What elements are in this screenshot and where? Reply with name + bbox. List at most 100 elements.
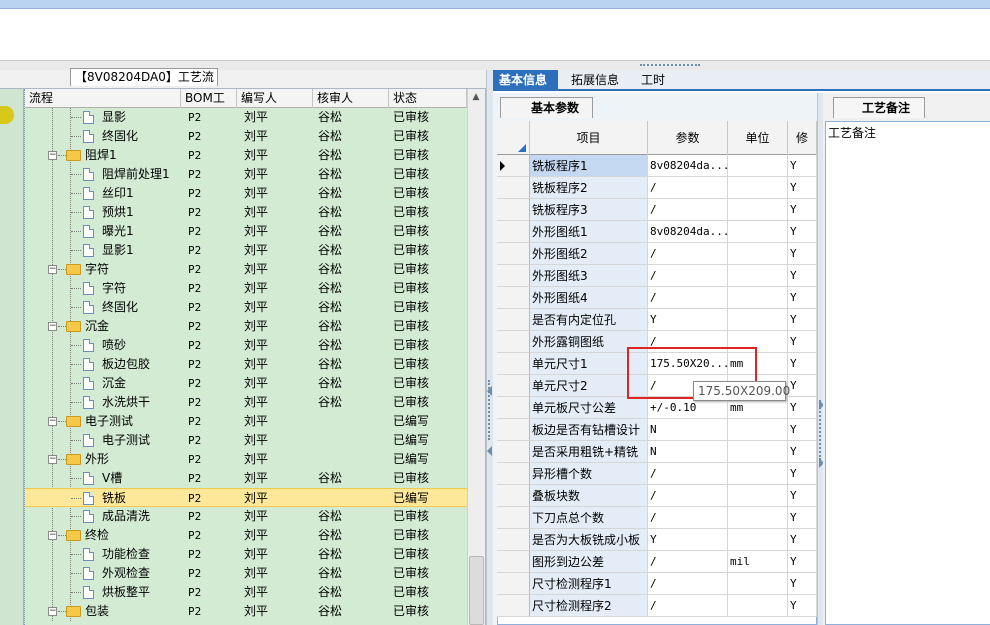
- collapse-toggle-icon[interactable]: −: [48, 151, 57, 160]
- param-value-cell[interactable]: Y: [648, 529, 728, 551]
- row-indicator[interactable]: [497, 573, 530, 595]
- param-value-cell[interactable]: /: [648, 463, 728, 485]
- col-header-status[interactable]: 状态: [389, 89, 467, 108]
- param-row[interactable]: 外形图纸4/ Y: [497, 287, 817, 309]
- row-indicator[interactable]: [497, 265, 530, 287]
- row-indicator[interactable]: [497, 221, 530, 243]
- tree-row[interactable]: 终固化 P2 刘平 谷松 已审核: [25, 127, 467, 146]
- col-header-writer[interactable]: 编写人: [237, 89, 313, 108]
- tree-row[interactable]: 阻焊前处理1 P2 刘平 谷松 已审核: [25, 165, 467, 184]
- tree-row[interactable]: 显影 P2 刘平 谷松 已审核: [25, 108, 467, 127]
- collapse-toggle-icon[interactable]: −: [48, 607, 57, 616]
- param-modify-cell[interactable]: Y: [788, 507, 817, 529]
- tree-group-row[interactable]: − 阻焊1 P2 刘平 谷松 已审核: [25, 146, 467, 165]
- param-unit-cell[interactable]: [728, 485, 788, 507]
- tree-group-row[interactable]: − 包装 P2 刘平 谷松 已审核: [25, 602, 467, 621]
- scrollbar-thumb[interactable]: [469, 556, 484, 625]
- row-indicator[interactable]: [497, 309, 530, 331]
- param-modify-cell[interactable]: Y: [788, 463, 817, 485]
- tree-row[interactable]: 字符 P2 刘平 谷松 已审核: [25, 279, 467, 298]
- collapse-toggle-icon[interactable]: −: [48, 531, 57, 540]
- scroll-up-icon[interactable]: ▲: [470, 92, 482, 104]
- param-row[interactable]: 铣板程序3/ Y: [497, 199, 817, 221]
- row-indicator[interactable]: [497, 331, 530, 353]
- param-row[interactable]: 下刀点总个数 / Y: [497, 507, 817, 529]
- param-value-cell[interactable]: /: [648, 243, 728, 265]
- row-indicator[interactable]: [497, 463, 530, 485]
- collapse-left-icon-2[interactable]: [487, 446, 492, 456]
- col-header-flow[interactable]: 流程: [25, 89, 181, 108]
- col-header-bom[interactable]: BOM工厂: [181, 89, 237, 124]
- tree-row[interactable]: 外观检查 P2 刘平 谷松 已审核: [25, 564, 467, 583]
- tree-row[interactable]: 成品清洗 P2 刘平 谷松 已审核: [25, 507, 467, 526]
- param-value-cell[interactable]: 8v08204da...: [648, 155, 728, 177]
- collapse-toggle-icon[interactable]: −: [48, 322, 57, 331]
- tree-row[interactable]: 电子测试 P2 刘平 已编写: [25, 431, 467, 450]
- param-value-cell[interactable]: Y: [648, 309, 728, 331]
- param-unit-cell[interactable]: [728, 155, 788, 177]
- tree-row[interactable]: 喷砂 P2 刘平 谷松 已审核: [25, 336, 467, 355]
- param-unit-cell[interactable]: mil: [728, 551, 788, 573]
- param-value-cell[interactable]: /: [648, 595, 728, 617]
- tab-basic-info[interactable]: 基本信息: [493, 70, 558, 91]
- param-modify-cell[interactable]: Y: [788, 221, 817, 243]
- param-unit-cell[interactable]: [728, 265, 788, 287]
- param-row[interactable]: 叠板块数 / Y: [497, 485, 817, 507]
- param-row[interactable]: 外形图纸2/ Y: [497, 243, 817, 265]
- param-modify-cell[interactable]: Y: [788, 595, 817, 617]
- param-unit-cell[interactable]: [728, 529, 788, 551]
- param-modify-cell[interactable]: Y: [788, 529, 817, 551]
- collapse-toggle-icon[interactable]: −: [48, 455, 57, 464]
- param-modify-cell[interactable]: Y: [788, 331, 817, 353]
- param-modify-cell[interactable]: Y: [788, 375, 817, 397]
- top-splitter-grip-icon[interactable]: [640, 64, 700, 66]
- param-row[interactable]: 外形图纸3/ Y: [497, 265, 817, 287]
- row-indicator[interactable]: [497, 529, 530, 551]
- row-indicator[interactable]: [497, 353, 530, 375]
- param-row[interactable]: 尺寸检测程序1/ Y: [497, 573, 817, 595]
- collapse-toggle-icon[interactable]: −: [48, 265, 57, 274]
- param-unit-cell[interactable]: [728, 243, 788, 265]
- tab-basic-params[interactable]: 基本参数: [500, 97, 593, 118]
- tree-row[interactable]: 板边包胶 P2 刘平 谷松 已审核: [25, 355, 467, 374]
- row-indicator[interactable]: [497, 397, 530, 419]
- tree-row[interactable]: 显影1 P2 刘平 谷松 已审核: [25, 241, 467, 260]
- tree-group-row[interactable]: − 电子测试 P2 刘平 已编写: [25, 412, 467, 431]
- param-modify-cell[interactable]: Y: [788, 265, 817, 287]
- param-modify-cell[interactable]: Y: [788, 309, 817, 331]
- param-modify-cell[interactable]: Y: [788, 441, 817, 463]
- param-value-cell[interactable]: /: [648, 551, 728, 573]
- param-value-cell[interactable]: N: [648, 419, 728, 441]
- param-modify-cell[interactable]: Y: [788, 573, 817, 595]
- param-unit-cell[interactable]: [728, 287, 788, 309]
- param-row[interactable]: 异形槽个数 / Y: [497, 463, 817, 485]
- param-unit-cell[interactable]: [728, 441, 788, 463]
- param-modify-cell[interactable]: Y: [788, 177, 817, 199]
- param-unit-cell[interactable]: [728, 507, 788, 529]
- param-row[interactable]: 板边是否有钻槽设计 N Y: [497, 419, 817, 441]
- row-indicator[interactable]: [497, 287, 530, 309]
- param-unit-cell[interactable]: [728, 221, 788, 243]
- param-unit-cell[interactable]: [728, 199, 788, 221]
- param-row[interactable]: 是否为大板铣成小板 Y Y: [497, 529, 817, 551]
- row-indicator[interactable]: [497, 199, 530, 221]
- row-indicator[interactable]: [497, 507, 530, 529]
- tab-process-notes[interactable]: 工艺备注: [833, 97, 925, 118]
- param-value-cell[interactable]: N: [648, 441, 728, 463]
- tree-row[interactable]: 预烘1 P2 刘平 谷松 已审核: [25, 203, 467, 222]
- workflow-tab[interactable]: 【8V08204DA0】工艺流程: [70, 68, 218, 101]
- param-unit-cell[interactable]: [728, 463, 788, 485]
- param-modify-cell[interactable]: Y: [788, 353, 817, 375]
- param-modify-cell[interactable]: Y: [788, 551, 817, 573]
- tree-row[interactable]: 曝光1 P2 刘平 谷松 已审核: [25, 222, 467, 241]
- param-row[interactable]: 是否采用粗铣+精铣 N Y: [497, 441, 817, 463]
- tree-row[interactable]: 功能检查 P2 刘平 谷松 已审核: [25, 545, 467, 564]
- param-row[interactable]: 图形到边公差 / mil Y: [497, 551, 817, 573]
- param-unit-cell[interactable]: [728, 573, 788, 595]
- col-header-item[interactable]: 项目: [530, 121, 648, 155]
- row-indicator[interactable]: [497, 375, 530, 397]
- tree-group-row[interactable]: − 沉金 P2 刘平 谷松 已审核: [25, 317, 467, 336]
- tree-row[interactable]: 铣板 P2 刘平 已编写: [25, 488, 467, 507]
- param-modify-cell[interactable]: Y: [788, 419, 817, 441]
- param-modify-cell[interactable]: Y: [788, 287, 817, 309]
